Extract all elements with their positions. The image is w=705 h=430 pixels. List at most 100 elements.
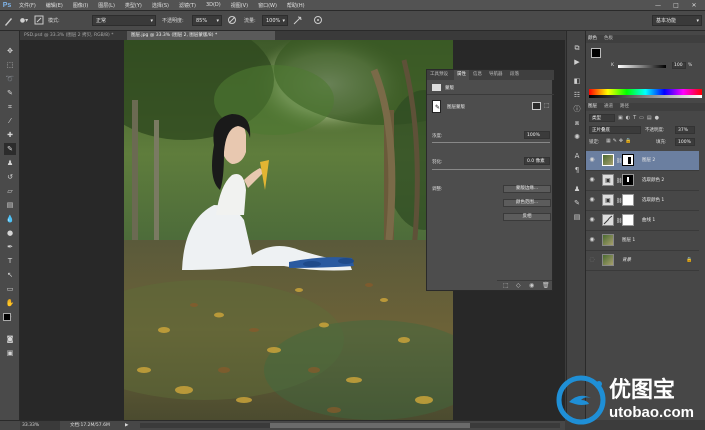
pressure-size-icon[interactable]	[312, 15, 324, 27]
layer-opacity-field[interactable]: 37%	[675, 126, 695, 134]
quick-select-tool-icon[interactable]: ✎	[4, 87, 16, 99]
flow-field[interactable]: 100% ▾	[262, 15, 288, 26]
delete-mask-icon[interactable]: 🗑	[542, 282, 550, 289]
history-panel-icon[interactable]: ⧉	[571, 43, 583, 53]
layer-name[interactable]: 曲线 1	[642, 217, 655, 223]
layer-row-selective-color-1[interactable]: ◉ ▣ ⛓ 选取颜色 1	[586, 191, 699, 211]
color-foreground-swatch[interactable]	[591, 48, 601, 58]
path-select-tool-icon[interactable]: ↖	[4, 269, 16, 281]
document-photo[interactable]	[124, 40, 453, 420]
layer-row-background[interactable]: ◌ 背景 🔒	[586, 251, 699, 271]
brush-presets-panel-icon[interactable]: ✺	[571, 132, 583, 142]
dodge-tool-icon[interactable]: ●	[4, 227, 16, 239]
brush-preset-icon[interactable]	[3, 15, 15, 27]
layer-comps-panel-icon[interactable]: ▤	[571, 212, 583, 222]
tab-channels[interactable]: 通道	[604, 103, 613, 111]
menu-file[interactable]: 文件(F)	[14, 2, 41, 9]
history-brush-tool-icon[interactable]: ↺	[4, 171, 16, 183]
k-channel-field[interactable]: 100	[672, 62, 686, 69]
screen-mode-icon[interactable]: ▣	[4, 347, 16, 359]
zoom-level[interactable]: 33.33%	[20, 421, 60, 430]
navigator-panel-icon[interactable]: ⧈	[571, 118, 583, 128]
tool-presets-panel-icon[interactable]: ✎	[571, 198, 583, 208]
menu-image[interactable]: 图像(I)	[68, 2, 93, 9]
close-button[interactable]: ✕	[686, 1, 702, 10]
tab-tool-presets[interactable]: 工具预设	[427, 70, 451, 80]
layer-blend-mode-select[interactable]: 正片叠底	[589, 126, 641, 134]
crop-tool-icon[interactable]: ⌗	[4, 101, 16, 113]
menu-layer[interactable]: 图层(L)	[93, 2, 120, 9]
pen-tool-icon[interactable]: ✒	[4, 241, 16, 253]
tab-paths[interactable]: 路径	[620, 103, 629, 111]
gradient-tool-icon[interactable]: ▤	[4, 199, 16, 211]
clone-source-panel-icon[interactable]: ♟	[571, 184, 583, 194]
k-channel-slider[interactable]	[618, 65, 666, 68]
healing-brush-tool-icon[interactable]: ✚	[4, 129, 16, 141]
blur-tool-icon[interactable]: 💧	[4, 213, 16, 225]
scrollbar-thumb[interactable]	[270, 423, 470, 428]
layer-mask-thumbnail[interactable]	[622, 214, 634, 226]
shape-tool-icon[interactable]: ▭	[4, 283, 16, 295]
layer-name[interactable]: 选取颜色 1	[642, 197, 664, 203]
color-range-button[interactable]: 颜色范围...	[503, 199, 551, 207]
maximize-button[interactable]: □	[668, 1, 684, 10]
layer-mask-thumbnail[interactable]	[622, 154, 634, 166]
selection-from-mask-icon[interactable]: ⬚	[503, 282, 509, 289]
paragraph-panel-icon[interactable]: ¶	[571, 165, 583, 175]
airbrush-icon[interactable]	[292, 15, 304, 27]
mask-edge-button[interactable]: 蒙版边缘...	[503, 185, 551, 193]
type-tool-icon[interactable]: T	[4, 255, 16, 267]
menu-3d[interactable]: 3D(D)	[201, 2, 226, 8]
gray-ramp-bar[interactable]	[589, 95, 702, 98]
layer-name[interactable]: 图层 2	[642, 157, 655, 163]
fill-field[interactable]: 100%	[675, 138, 695, 146]
lock-icons[interactable]: ▦✎✥🔒	[606, 138, 633, 144]
brush-panel-toggle-icon[interactable]	[33, 15, 45, 27]
menu-select[interactable]: 选择(S)	[147, 2, 174, 9]
tab-properties[interactable]: 属性	[454, 70, 469, 80]
menu-window[interactable]: 窗口(W)	[253, 2, 282, 9]
foreground-color-swatch[interactable]	[3, 313, 11, 321]
layer-row-layer2[interactable]: ◉ ⛓ 图层 2	[586, 151, 699, 171]
apply-mask-icon[interactable]: ◇	[516, 282, 521, 289]
hand-tool-icon[interactable]: ✋	[4, 297, 16, 309]
menu-view[interactable]: 视图(V)	[226, 2, 253, 9]
pressure-opacity-icon[interactable]	[226, 15, 238, 27]
status-menu-arrow-icon[interactable]: ▶	[125, 421, 128, 430]
blend-mode-select[interactable]: 正常 ▾	[92, 15, 156, 26]
layer-mask-thumbnail[interactable]	[622, 174, 634, 186]
opacity-field[interactable]: 85% ▾	[192, 15, 222, 26]
minimize-button[interactable]: —	[650, 1, 666, 10]
tab-navigator[interactable]: 导航器	[486, 70, 506, 80]
eye-icon[interactable]: ◉	[588, 236, 596, 244]
density-field[interactable]: 100%	[524, 131, 550, 139]
tab-psd[interactable]: PSD.psd @ 33.3% (图层 2 拷贝, RGB/8) *	[20, 31, 125, 40]
layer-filter-icons[interactable]: ▣◐T▭▤●	[618, 114, 702, 122]
tab-layers[interactable]: 图层	[588, 103, 597, 111]
marquee-tool-icon[interactable]: ⬚	[4, 59, 16, 71]
eye-icon[interactable]: ◉	[588, 216, 596, 224]
invert-button[interactable]: 反相	[503, 213, 551, 221]
layer-filter-select[interactable]: 类型	[589, 114, 615, 122]
eye-icon[interactable]: ◌	[588, 256, 596, 264]
layer-name[interactable]: 选取颜色 2	[642, 177, 664, 183]
menu-type[interactable]: 类型(Y)	[120, 2, 147, 9]
tab-paragraph[interactable]: 段落	[507, 70, 522, 80]
menu-help[interactable]: 帮助(H)	[282, 2, 310, 9]
lasso-tool-icon[interactable]: ➰	[4, 73, 16, 85]
eyedropper-tool-icon[interactable]: ⁄	[4, 115, 16, 127]
density-slider[interactable]	[432, 142, 550, 143]
pixel-mask-icon[interactable]	[532, 102, 541, 110]
quick-mask-icon[interactable]: ◙	[4, 333, 16, 345]
character-panel-icon[interactable]: A	[571, 151, 583, 161]
eye-icon[interactable]: ◉	[588, 156, 596, 164]
layer-row-layer1[interactable]: ◉ 图层 1	[586, 231, 699, 251]
brush-tool-icon[interactable]: ✎	[4, 143, 16, 155]
move-tool-icon[interactable]: ✥	[4, 45, 16, 57]
brush-size-picker[interactable]: ●▾	[18, 15, 30, 27]
vector-mask-icon[interactable]: ⬚	[544, 102, 552, 110]
info-panel-icon[interactable]: ⓘ	[571, 104, 583, 114]
menu-filter[interactable]: 滤镜(T)	[174, 2, 201, 9]
eraser-tool-icon[interactable]: ▱	[4, 185, 16, 197]
visibility-icon[interactable]: ◉	[529, 282, 534, 289]
